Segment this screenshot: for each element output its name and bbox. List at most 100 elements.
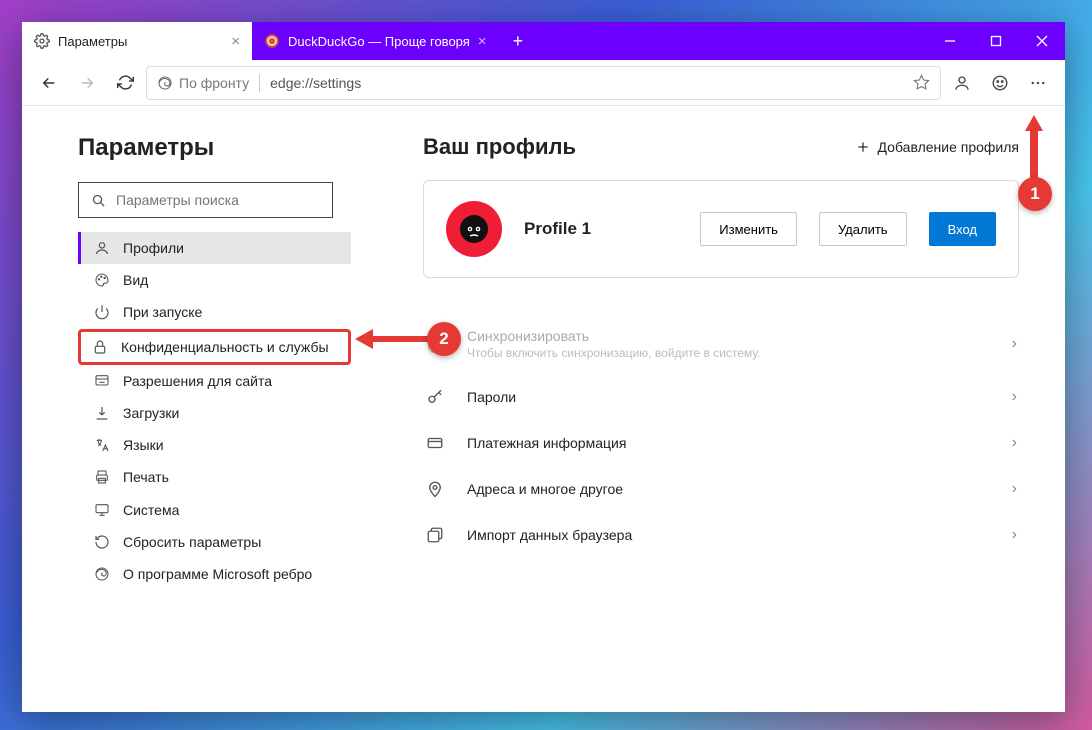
sidebar-item-appearance[interactable]: Вид — [78, 264, 351, 296]
sidebar-item-label: Вид — [123, 271, 339, 289]
annotation-arrow-1 — [1025, 115, 1043, 131]
sidebar-item-label: Сбросить параметры — [123, 533, 339, 551]
palette-icon — [93, 271, 111, 289]
close-icon[interactable]: × — [478, 33, 487, 50]
gear-icon — [34, 33, 50, 49]
titlebar: Параметры × DuckDuckGo — Проще говоря × … — [22, 22, 1065, 60]
option-label: Пароли — [467, 389, 990, 405]
annotation-badge-1: 1 — [1018, 177, 1052, 211]
settings-main: Ваш профиль Добавление профиля Profile 1… — [377, 106, 1065, 712]
location-icon — [425, 480, 445, 498]
delete-button[interactable]: Удалить — [819, 212, 907, 246]
key-icon — [425, 388, 445, 406]
profile-button[interactable] — [945, 66, 979, 100]
refresh-button[interactable] — [108, 66, 142, 100]
sidebar-item-system[interactable]: Система — [78, 494, 351, 526]
page-content: Параметры Профили Вид При запуске — [22, 106, 1065, 712]
lock-icon — [91, 338, 109, 356]
back-button[interactable] — [32, 66, 66, 100]
chevron-right-icon: › — [1012, 526, 1017, 544]
forward-button[interactable] — [70, 66, 104, 100]
toolbar: По фронту edge://settings — [22, 60, 1065, 106]
download-icon — [93, 404, 111, 422]
option-payments[interactable]: Платежная информация › — [423, 420, 1019, 466]
sidebar-item-label: Конфиденциальность и службы — [121, 338, 338, 356]
sidebar-item-label: Языки — [123, 436, 339, 454]
tab-duckduckgo[interactable]: DuckDuckGo — Проще говоря × — [252, 22, 499, 60]
print-icon — [93, 468, 111, 486]
option-subtext: Чтобы включить синхронизацию, войдите в … — [467, 346, 990, 360]
signin-button[interactable]: Вход — [929, 212, 996, 246]
search-icon — [91, 193, 106, 208]
window-controls — [927, 22, 1065, 60]
minimize-button[interactable] — [927, 22, 973, 60]
annotation-badge-2: 2 — [427, 322, 461, 356]
edge-icon — [93, 565, 111, 583]
profile-options: Синхронизировать Чтобы включить синхрони… — [423, 314, 1019, 558]
option-sync: Синхронизировать Чтобы включить синхрони… — [423, 314, 1019, 374]
close-icon[interactable]: × — [231, 33, 240, 50]
sidebar-item-label: Печать — [123, 468, 339, 486]
sidebar-item-profiles[interactable]: Профили — [78, 232, 351, 264]
tab-settings[interactable]: Параметры × — [22, 22, 252, 60]
permissions-icon — [93, 372, 111, 390]
duckduckgo-icon — [264, 33, 280, 49]
sidebar-item-about[interactable]: О программе Microsoft ребро — [78, 558, 351, 590]
settings-search[interactable] — [78, 182, 333, 218]
add-profile-label: Добавление профиля — [878, 139, 1019, 155]
close-button[interactable] — [1019, 22, 1065, 60]
power-icon — [93, 303, 111, 321]
sidebar-item-label: При запуске — [123, 303, 339, 321]
address-bar[interactable]: По фронту edge://settings — [146, 66, 941, 100]
add-profile-button[interactable]: Добавление профиля — [856, 139, 1019, 155]
new-tab-button[interactable]: + — [499, 22, 538, 60]
sidebar-title: Параметры — [78, 134, 351, 162]
divider — [259, 74, 260, 92]
sidebar-item-downloads[interactable]: Загрузки — [78, 397, 351, 429]
menu-button[interactable] — [1021, 66, 1055, 100]
languages-icon — [93, 436, 111, 454]
settings-sidebar: Параметры Профили Вид При запуске — [22, 106, 377, 712]
browser-window: Параметры × DuckDuckGo — Проще говоря × … — [22, 22, 1065, 712]
sidebar-item-languages[interactable]: Языки — [78, 429, 351, 461]
edge-icon — [157, 75, 173, 91]
page-title: Ваш профиль — [423, 134, 576, 160]
main-header: Ваш профиль Добавление профиля — [423, 134, 1019, 160]
favorite-icon[interactable] — [913, 74, 930, 91]
import-icon — [425, 526, 445, 544]
site-identity: По фронту — [157, 75, 249, 91]
settings-search-input[interactable] — [116, 192, 320, 208]
chevron-right-icon: › — [1012, 434, 1017, 452]
annotation-arrow-2-line — [372, 336, 432, 342]
option-label: Платежная информация — [467, 435, 990, 451]
sidebar-item-print[interactable]: Печать — [78, 461, 351, 493]
profile-card: Profile 1 Изменить Удалить Вход — [423, 180, 1019, 278]
sidebar-item-reset[interactable]: Сбросить параметры — [78, 526, 351, 558]
chevron-right-icon: › — [1012, 480, 1017, 498]
profile-name: Profile 1 — [524, 219, 678, 239]
chevron-right-icon: › — [1012, 335, 1017, 353]
maximize-button[interactable] — [973, 22, 1019, 60]
feedback-button[interactable] — [983, 66, 1017, 100]
option-import[interactable]: Импорт данных браузера › — [423, 512, 1019, 558]
option-label: Импорт данных браузера — [467, 527, 990, 543]
tab-label: Параметры — [58, 34, 127, 49]
annotation-arrow-2-head — [355, 329, 373, 349]
avatar — [446, 201, 502, 257]
sidebar-item-privacy[interactable]: Конфиденциальность и службы — [78, 329, 351, 365]
edit-button[interactable]: Изменить — [700, 212, 797, 246]
url-text: edge://settings — [270, 75, 361, 91]
chevron-right-icon: › — [1012, 388, 1017, 406]
sidebar-item-label: О программе Microsoft ребро — [123, 565, 339, 583]
plus-icon — [856, 140, 870, 154]
option-label: Синхронизировать — [467, 328, 990, 344]
tab-label: DuckDuckGo — Проще говоря — [288, 34, 470, 49]
sidebar-item-site-permissions[interactable]: Разрешения для сайта — [78, 365, 351, 397]
sidebar-item-label: Система — [123, 501, 339, 519]
sidebar-item-startup[interactable]: При запуске — [78, 296, 351, 328]
sidebar-item-label: Разрешения для сайта — [123, 372, 339, 390]
option-passwords[interactable]: Пароли › — [423, 374, 1019, 420]
card-icon — [425, 434, 445, 452]
option-addresses[interactable]: Адреса и многое другое › — [423, 466, 1019, 512]
person-icon — [93, 239, 111, 257]
